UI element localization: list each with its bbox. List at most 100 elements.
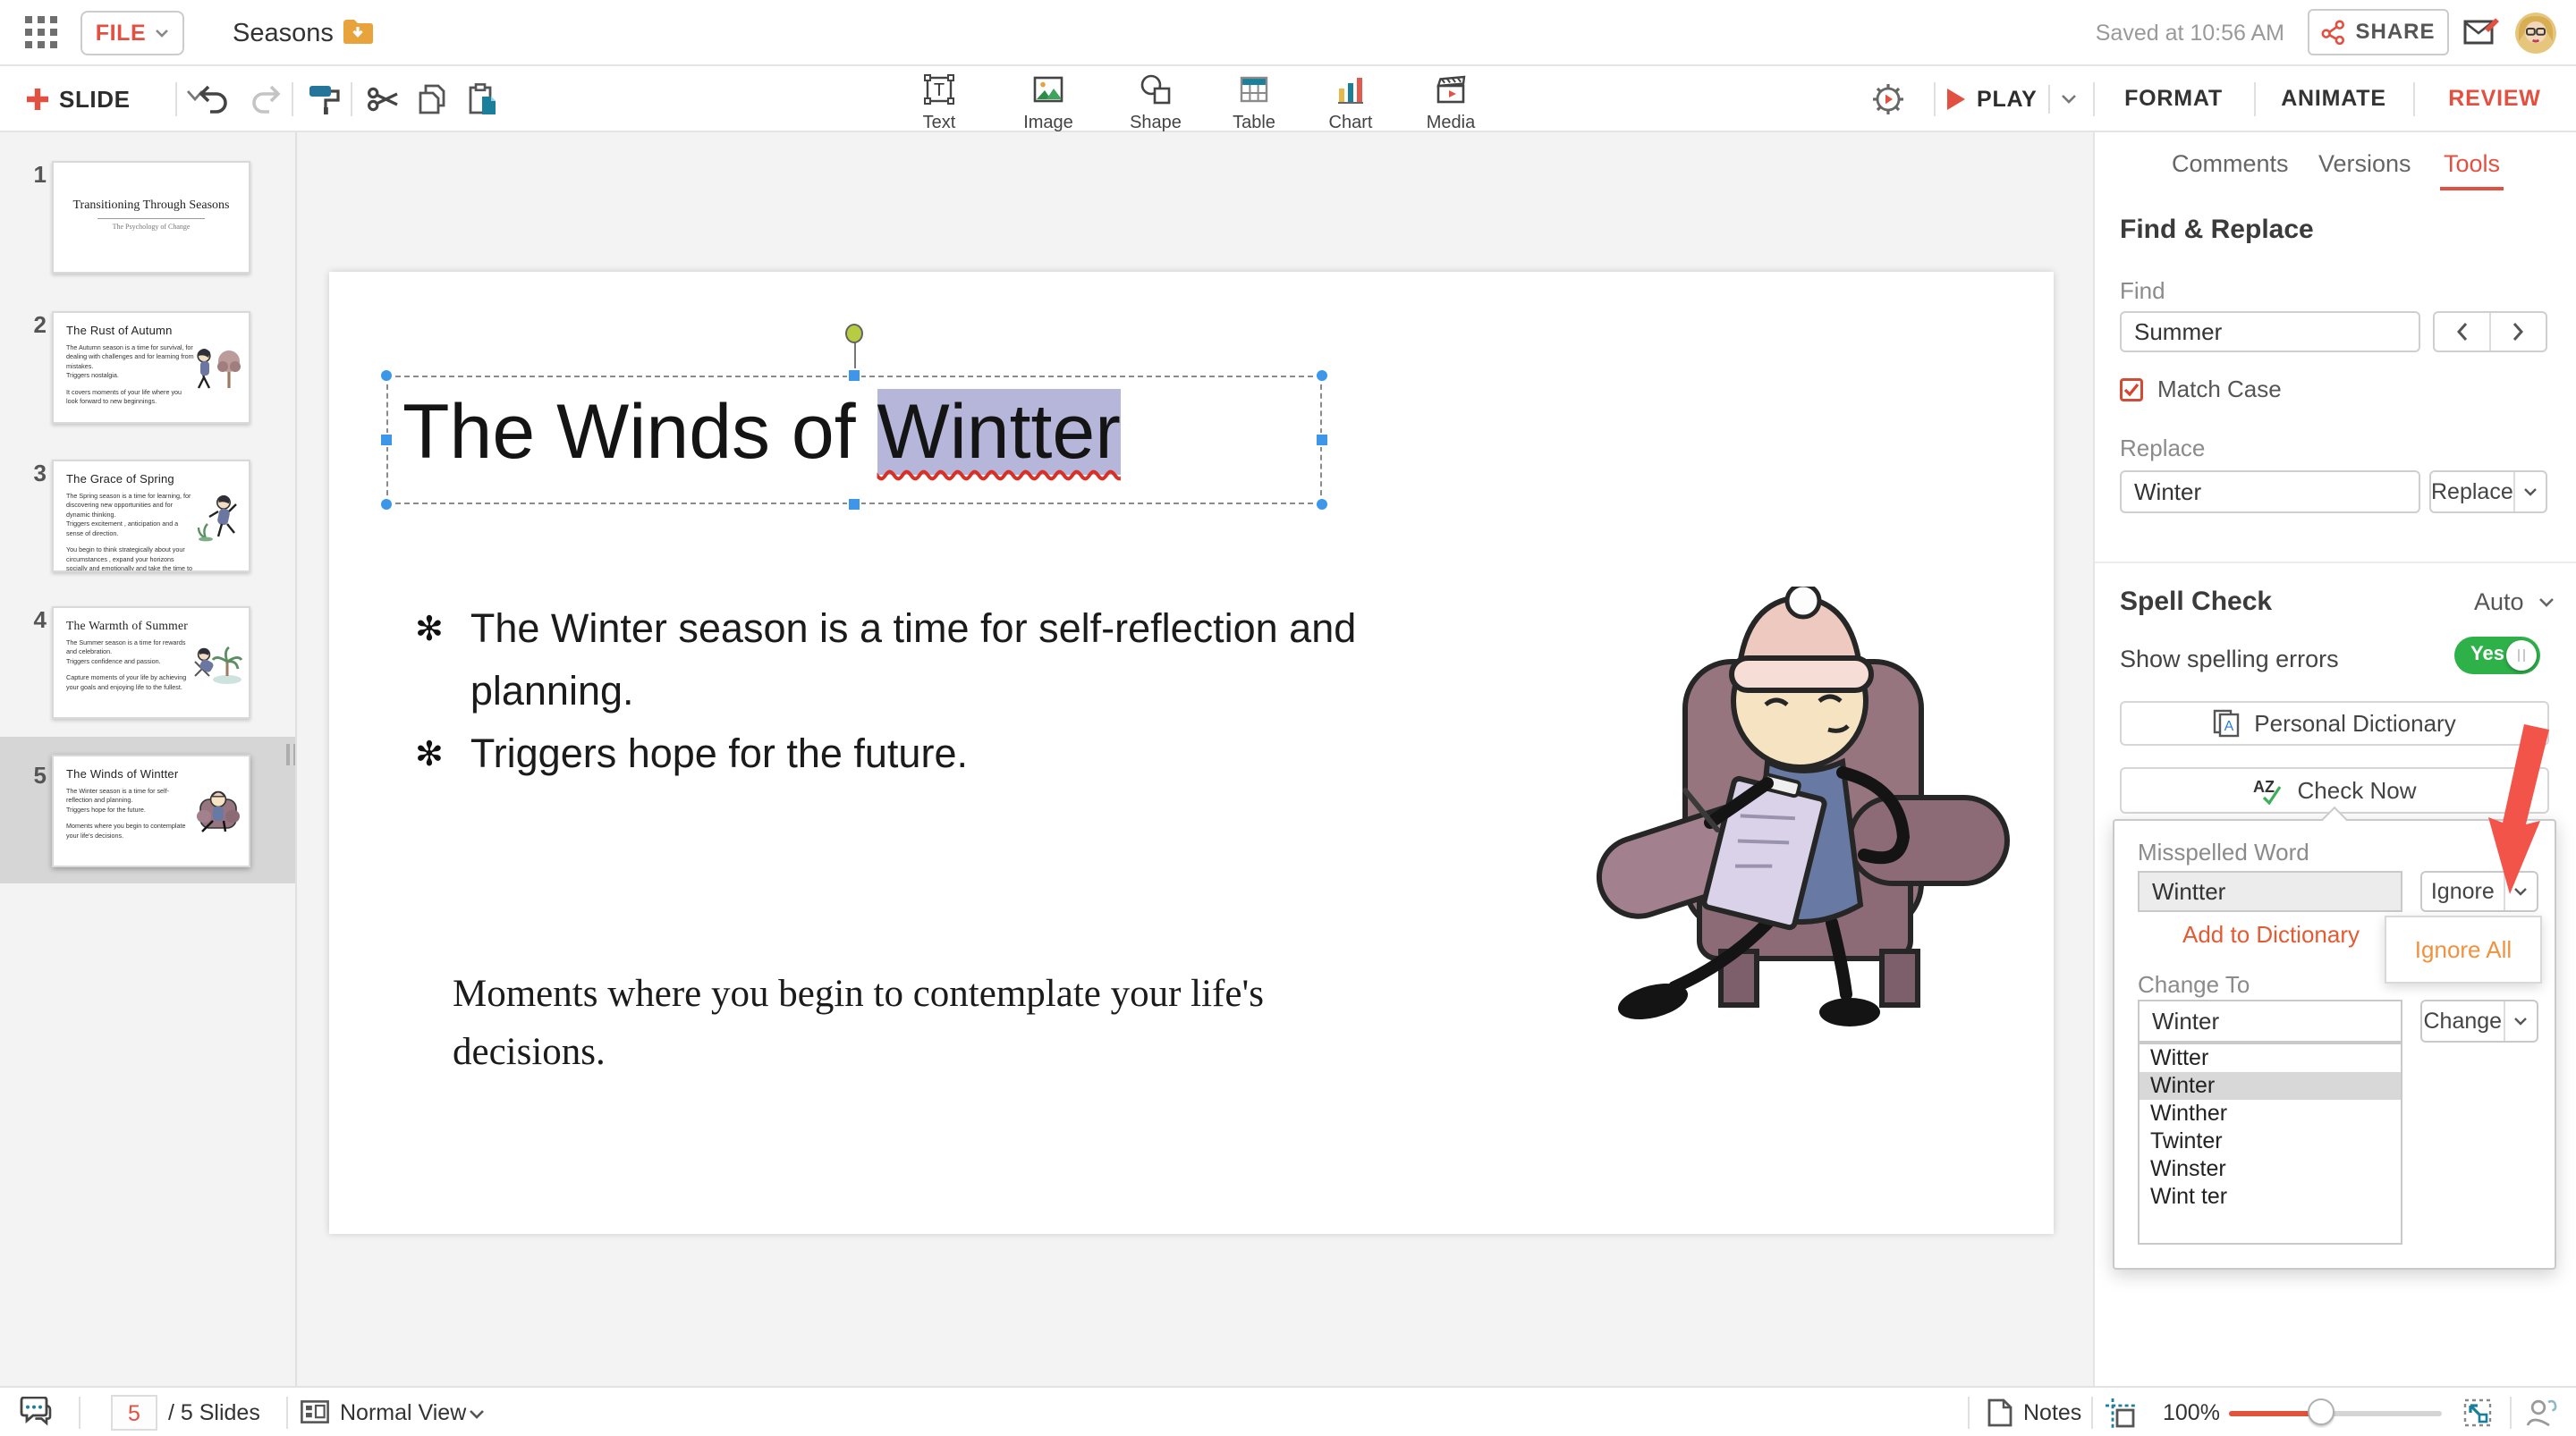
resize-handle-n[interactable] <box>847 368 861 383</box>
toggle-knob <box>2506 640 2537 671</box>
file-menu-button[interactable]: FILE <box>80 11 184 55</box>
insert-chart-tool[interactable]: Chart <box>1309 73 1392 133</box>
insert-media-tool[interactable]: Media <box>1410 73 1492 133</box>
format-painter-icon[interactable] <box>308 82 342 116</box>
slide-number: 4 <box>14 606 47 634</box>
resize-handle-s[interactable] <box>847 497 861 511</box>
spell-check-mode-select[interactable]: Auto <box>2474 588 2555 616</box>
thumb-bullet: The Spring season is a time for learning… <box>66 492 195 519</box>
resize-handle-w[interactable] <box>379 433 394 447</box>
find-input[interactable] <box>2120 311 2420 352</box>
resize-handle-ne[interactable] <box>1315 368 1329 383</box>
tab-versions[interactable]: Versions <box>2318 150 2411 178</box>
zoom-slider-knob[interactable] <box>2308 1398 2334 1425</box>
change-to-field[interactable] <box>2138 1000 2402 1043</box>
slideshow-settings-gear-icon[interactable] <box>1871 82 1905 116</box>
tab-review[interactable]: REVIEW <box>2413 66 2576 132</box>
current-slide-box[interactable]: 5 <box>111 1395 157 1431</box>
ignore-all-option[interactable]: Ignore All <box>2415 936 2512 964</box>
comment-icon[interactable] <box>18 1397 57 1429</box>
personal-dictionary-button[interactable]: A Personal Dictionary <box>2120 701 2549 746</box>
notes-icon <box>1987 1398 2012 1427</box>
slide-canvas[interactable]: The Winds of Wintter ✻The Winter season … <box>329 272 2054 1234</box>
add-to-dictionary-link[interactable]: Add to Dictionary <box>2114 921 2428 949</box>
replace-button[interactable]: Replace <box>2431 472 2513 511</box>
bullet-text: The Winter season is a time for self-ref… <box>470 597 1506 722</box>
show-spelling-errors-toggle[interactable]: Yes <box>2454 637 2540 674</box>
fit-to-slide-icon[interactable] <box>2106 1398 2136 1429</box>
resize-handle-sw[interactable] <box>379 497 394 511</box>
slide-bullet-list[interactable]: ✻The Winter season is a time for self-re… <box>415 597 1506 785</box>
undo-icon[interactable] <box>197 82 231 116</box>
new-slide-button[interactable]: SLIDE <box>25 66 131 132</box>
replace-input[interactable] <box>2120 470 2420 513</box>
folder-icon[interactable] <box>342 18 374 46</box>
insert-shape-tool[interactable]: Shape <box>1114 73 1197 133</box>
insert-table-tool[interactable]: Table <box>1213 73 1295 133</box>
replace-menu-chevron[interactable] <box>2515 472 2546 511</box>
chevron-down-icon[interactable] <box>469 1409 485 1420</box>
share-button[interactable]: SHARE <box>2308 9 2449 55</box>
insert-text-tool[interactable]: T Text <box>898 73 980 133</box>
change-menu-chevron[interactable] <box>2505 1001 2537 1041</box>
suggestions-listbox: Witter Winter Winther Twinter Winster Wi… <box>2138 1043 2402 1245</box>
slide-thumbnail-1[interactable]: Transitioning Through Seasons The Psycho… <box>52 161 250 274</box>
apps-grid-icon[interactable] <box>25 16 57 48</box>
slide-thumbnail-4[interactable]: The Warmth of Summer The Summer season i… <box>52 606 250 719</box>
cut-icon[interactable] <box>367 82 401 116</box>
zoom-level-label: 100% <box>2163 1388 2220 1436</box>
tab-tools[interactable]: Tools <box>2444 150 2500 178</box>
show-spelling-errors-label: Show spelling errors <box>2120 646 2339 673</box>
suggestion-item[interactable]: Twinter <box>2140 1128 2401 1155</box>
zoom-slider-track[interactable] <box>2229 1411 2442 1416</box>
paste-icon[interactable] <box>465 82 499 116</box>
insert-image-tool[interactable]: Image <box>1007 73 1089 133</box>
redo-icon[interactable] <box>249 82 283 116</box>
slide-thumbnail-3[interactable]: The Grace of Spring The Spring season is… <box>52 460 250 572</box>
find-nav-buttons <box>2433 311 2547 352</box>
rotation-handle[interactable] <box>845 324 863 343</box>
fit-selection-icon[interactable] <box>2463 1398 2492 1427</box>
ignore-menu-chevron[interactable] <box>2505 873 2537 910</box>
share-icon <box>2321 20 2344 45</box>
top-bar: FILE Seasons Saved at 10:56 AM SHARE <box>0 0 2576 66</box>
slide-thumbnail-2[interactable]: The Rust of Autumn The Autumn season is … <box>52 311 250 424</box>
ignore-button[interactable]: Ignore <box>2422 873 2504 910</box>
play-button[interactable]: PLAY <box>1946 66 2077 132</box>
panel-resize-grip[interactable] <box>286 744 297 765</box>
title-textbox[interactable]: The Winds of Wintter <box>386 376 1322 504</box>
chevron-down-icon <box>2513 1017 2528 1026</box>
suggestion-item[interactable]: Winster <box>2140 1155 2401 1183</box>
slide-paragraph[interactable]: Moments where you begin to contemplate y… <box>453 966 1356 1081</box>
user-avatar[interactable] <box>2515 13 2556 54</box>
tab-comments[interactable]: Comments <box>2172 150 2289 178</box>
resize-handle-nw[interactable] <box>379 368 394 383</box>
suggestion-item[interactable]: Wint ter <box>2140 1183 2401 1211</box>
find-previous-button[interactable] <box>2435 313 2489 351</box>
suggestion-item[interactable]: Winther <box>2140 1100 2401 1128</box>
tab-animate[interactable]: ANIMATE <box>2254 66 2413 132</box>
collaborators-icon[interactable] <box>2524 1397 2558 1429</box>
winter-character-illustration[interactable] <box>1581 587 2018 1062</box>
notes-button[interactable]: Notes <box>2023 1388 2081 1436</box>
suggestion-item-selected[interactable]: Winter <box>2140 1072 2401 1100</box>
view-mode-selector[interactable]: Normal View <box>340 1388 466 1436</box>
feedback-icon[interactable] <box>2463 16 2501 48</box>
misspelled-word-highlight[interactable]: Wintter <box>877 389 1121 475</box>
slide-thumbnail-5[interactable]: The Winds of Wintter The Winter season i… <box>52 755 250 867</box>
slide-title-text[interactable]: The Winds of Wintter <box>402 388 1121 477</box>
resize-handle-se[interactable] <box>1315 497 1329 511</box>
change-button[interactable]: Change <box>2422 1001 2504 1041</box>
match-case-checkbox[interactable]: Match Case <box>2120 376 2282 403</box>
find-next-button[interactable] <box>2491 313 2546 351</box>
replace-button-group: Replace <box>2429 470 2547 513</box>
misspelled-word-field[interactable] <box>2138 871 2402 912</box>
thumb-bullet: The Summer season is a time for rewards … <box>66 638 195 657</box>
resize-handle-e[interactable] <box>1315 433 1329 447</box>
document-title[interactable]: Seasons <box>233 0 334 66</box>
suggestion-item[interactable]: Witter <box>2140 1044 2401 1072</box>
image-tool-icon <box>1032 73 1064 106</box>
thumb-bullet: Triggers nostalgia. <box>66 371 195 380</box>
tab-format[interactable]: FORMAT <box>2093 66 2254 132</box>
copy-icon[interactable] <box>415 82 449 116</box>
